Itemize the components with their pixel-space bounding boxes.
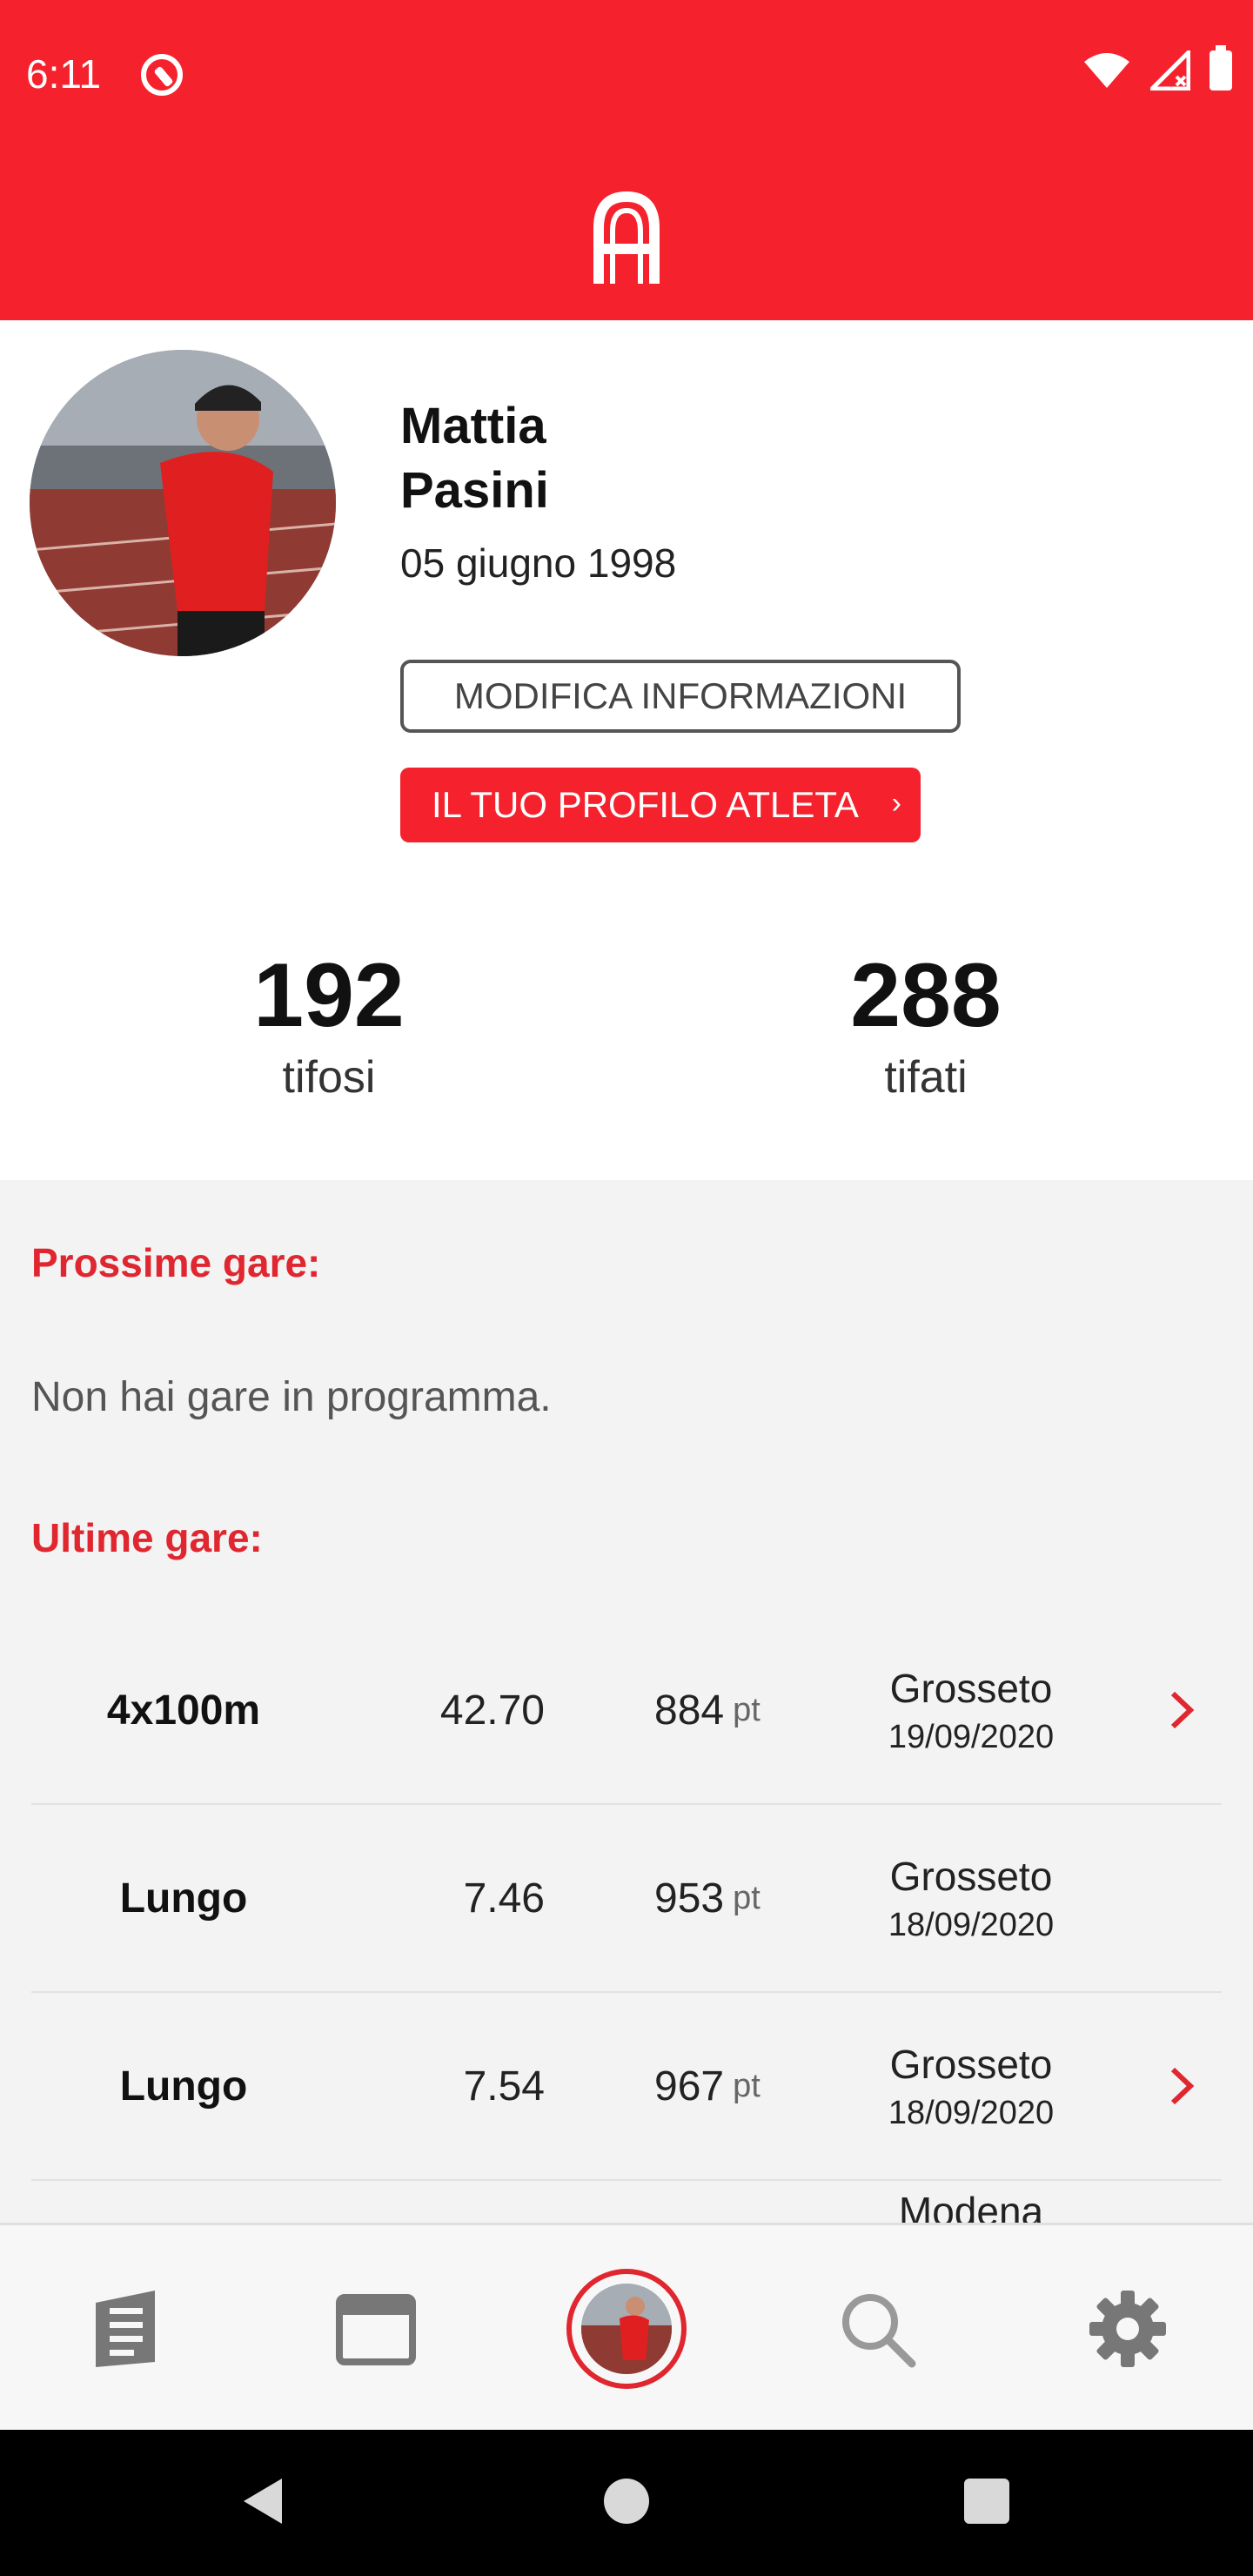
race-points: 884 pt	[654, 1687, 761, 1734]
nav-profile[interactable]	[501, 2225, 752, 2432]
battery-icon	[1209, 45, 1232, 91]
race-city: Grosseto	[889, 1853, 1053, 1899]
race-place: Grosseto 18/09/2020	[841, 1805, 1102, 1991]
profile-birth-date: 05 giugno 1998	[400, 540, 677, 586]
edit-info-button[interactable]: MODIFICA INFORMAZIONI	[400, 660, 961, 733]
race-date: 18/09/2020	[888, 2094, 1055, 2131]
race-place: Modena	[841, 2181, 1102, 2223]
news-icon	[96, 2291, 155, 2367]
race-date: 19/09/2020	[888, 1718, 1055, 1755]
edit-info-label: MODIFICA INFORMAZIONI	[453, 675, 908, 716]
race-event: Lungo	[119, 2063, 248, 2110]
profile-first-name: Mattia	[400, 398, 546, 454]
sync-status-icon	[141, 54, 183, 96]
gear-icon	[1089, 2291, 1166, 2367]
search-icon	[842, 2294, 916, 2368]
race-row[interactable]: Modena	[31, 2181, 1222, 2223]
active-tab-ring	[566, 2269, 687, 2389]
wifi-icon	[1084, 53, 1129, 88]
fans-stat[interactable]: 192 tifosi	[155, 950, 503, 1104]
athlete-profile-label: IL TUO PROFILO ATLETA	[432, 784, 859, 825]
chevron-right-icon[interactable]	[1164, 2064, 1199, 2108]
chevron-right-icon[interactable]	[1164, 1688, 1199, 1732]
race-result: 7.54	[463, 2063, 545, 2110]
calendar-icon	[336, 2294, 416, 2365]
race-row[interactable]: Lungo 7.54 967 pt Grosseto 18/09/2020	[31, 1993, 1222, 2181]
following-label: tifati	[884, 1052, 968, 1103]
race-place: Grosseto 18/09/2020	[841, 1993, 1102, 2179]
signal-icon	[1150, 50, 1190, 91]
race-result: 7.46	[463, 1875, 545, 1922]
race-city: Grosseto	[889, 1665, 1053, 1711]
fans-count: 192	[253, 945, 405, 1046]
status-time: 6:11	[26, 51, 102, 97]
profile-avatar	[30, 350, 336, 656]
race-row[interactable]: 4x100m 42.70 884 pt Grosseto 19/09/2020	[31, 1617, 1222, 1805]
bottom-navigation	[0, 2223, 1253, 2430]
race-event: 4x100m	[106, 1687, 261, 1734]
athlete-profile-button[interactable]: IL TUO PROFILO ATLETA ›	[400, 768, 921, 842]
system-navigation-bar	[0, 2430, 1253, 2576]
following-count: 288	[850, 945, 1002, 1046]
race-event: Lungo	[119, 1875, 248, 1922]
nav-settings[interactable]	[1002, 2225, 1253, 2432]
nav-calendar[interactable]	[251, 2225, 501, 2432]
race-place: Grosseto 19/09/2020	[841, 1617, 1102, 1803]
race-city: Grosseto	[889, 2041, 1053, 2087]
app-logo-icon	[593, 191, 660, 284]
race-points: 953 pt	[654, 1875, 761, 1922]
race-result: 42.70	[439, 1687, 545, 1734]
races-section: Prossime gare: Non hai gare in programma…	[0, 1180, 1253, 2223]
recent-apps-icon[interactable]	[964, 2479, 1009, 2524]
nav-search[interactable]	[752, 2225, 1002, 2432]
race-city: Modena	[898, 2189, 1044, 2223]
race-date: 18/09/2020	[888, 1906, 1055, 1943]
upcoming-empty-message: Non hai gare in programma.	[31, 1374, 552, 1420]
home-icon[interactable]	[604, 2479, 649, 2524]
race-row[interactable]: Lungo 7.46 953 pt Grosseto 18/09/2020	[31, 1805, 1222, 1993]
recent-races-title: Ultime gare:	[31, 1515, 263, 1560]
upcoming-races-title: Prossime gare:	[31, 1240, 321, 1285]
nav-news[interactable]	[0, 2225, 251, 2432]
chevron-right-icon: ›	[891, 787, 901, 820]
back-icon[interactable]	[238, 2475, 287, 2527]
race-points: 967 pt	[654, 2063, 761, 2110]
profile-last-name: Pasini	[400, 462, 549, 519]
system-status-icons	[1082, 45, 1232, 91]
app-header: 6:11	[0, 0, 1253, 320]
following-stat[interactable]: 288 tifati	[752, 950, 1100, 1104]
fans-label: tifosi	[282, 1052, 376, 1103]
profile-avatar-small	[581, 2284, 672, 2374]
